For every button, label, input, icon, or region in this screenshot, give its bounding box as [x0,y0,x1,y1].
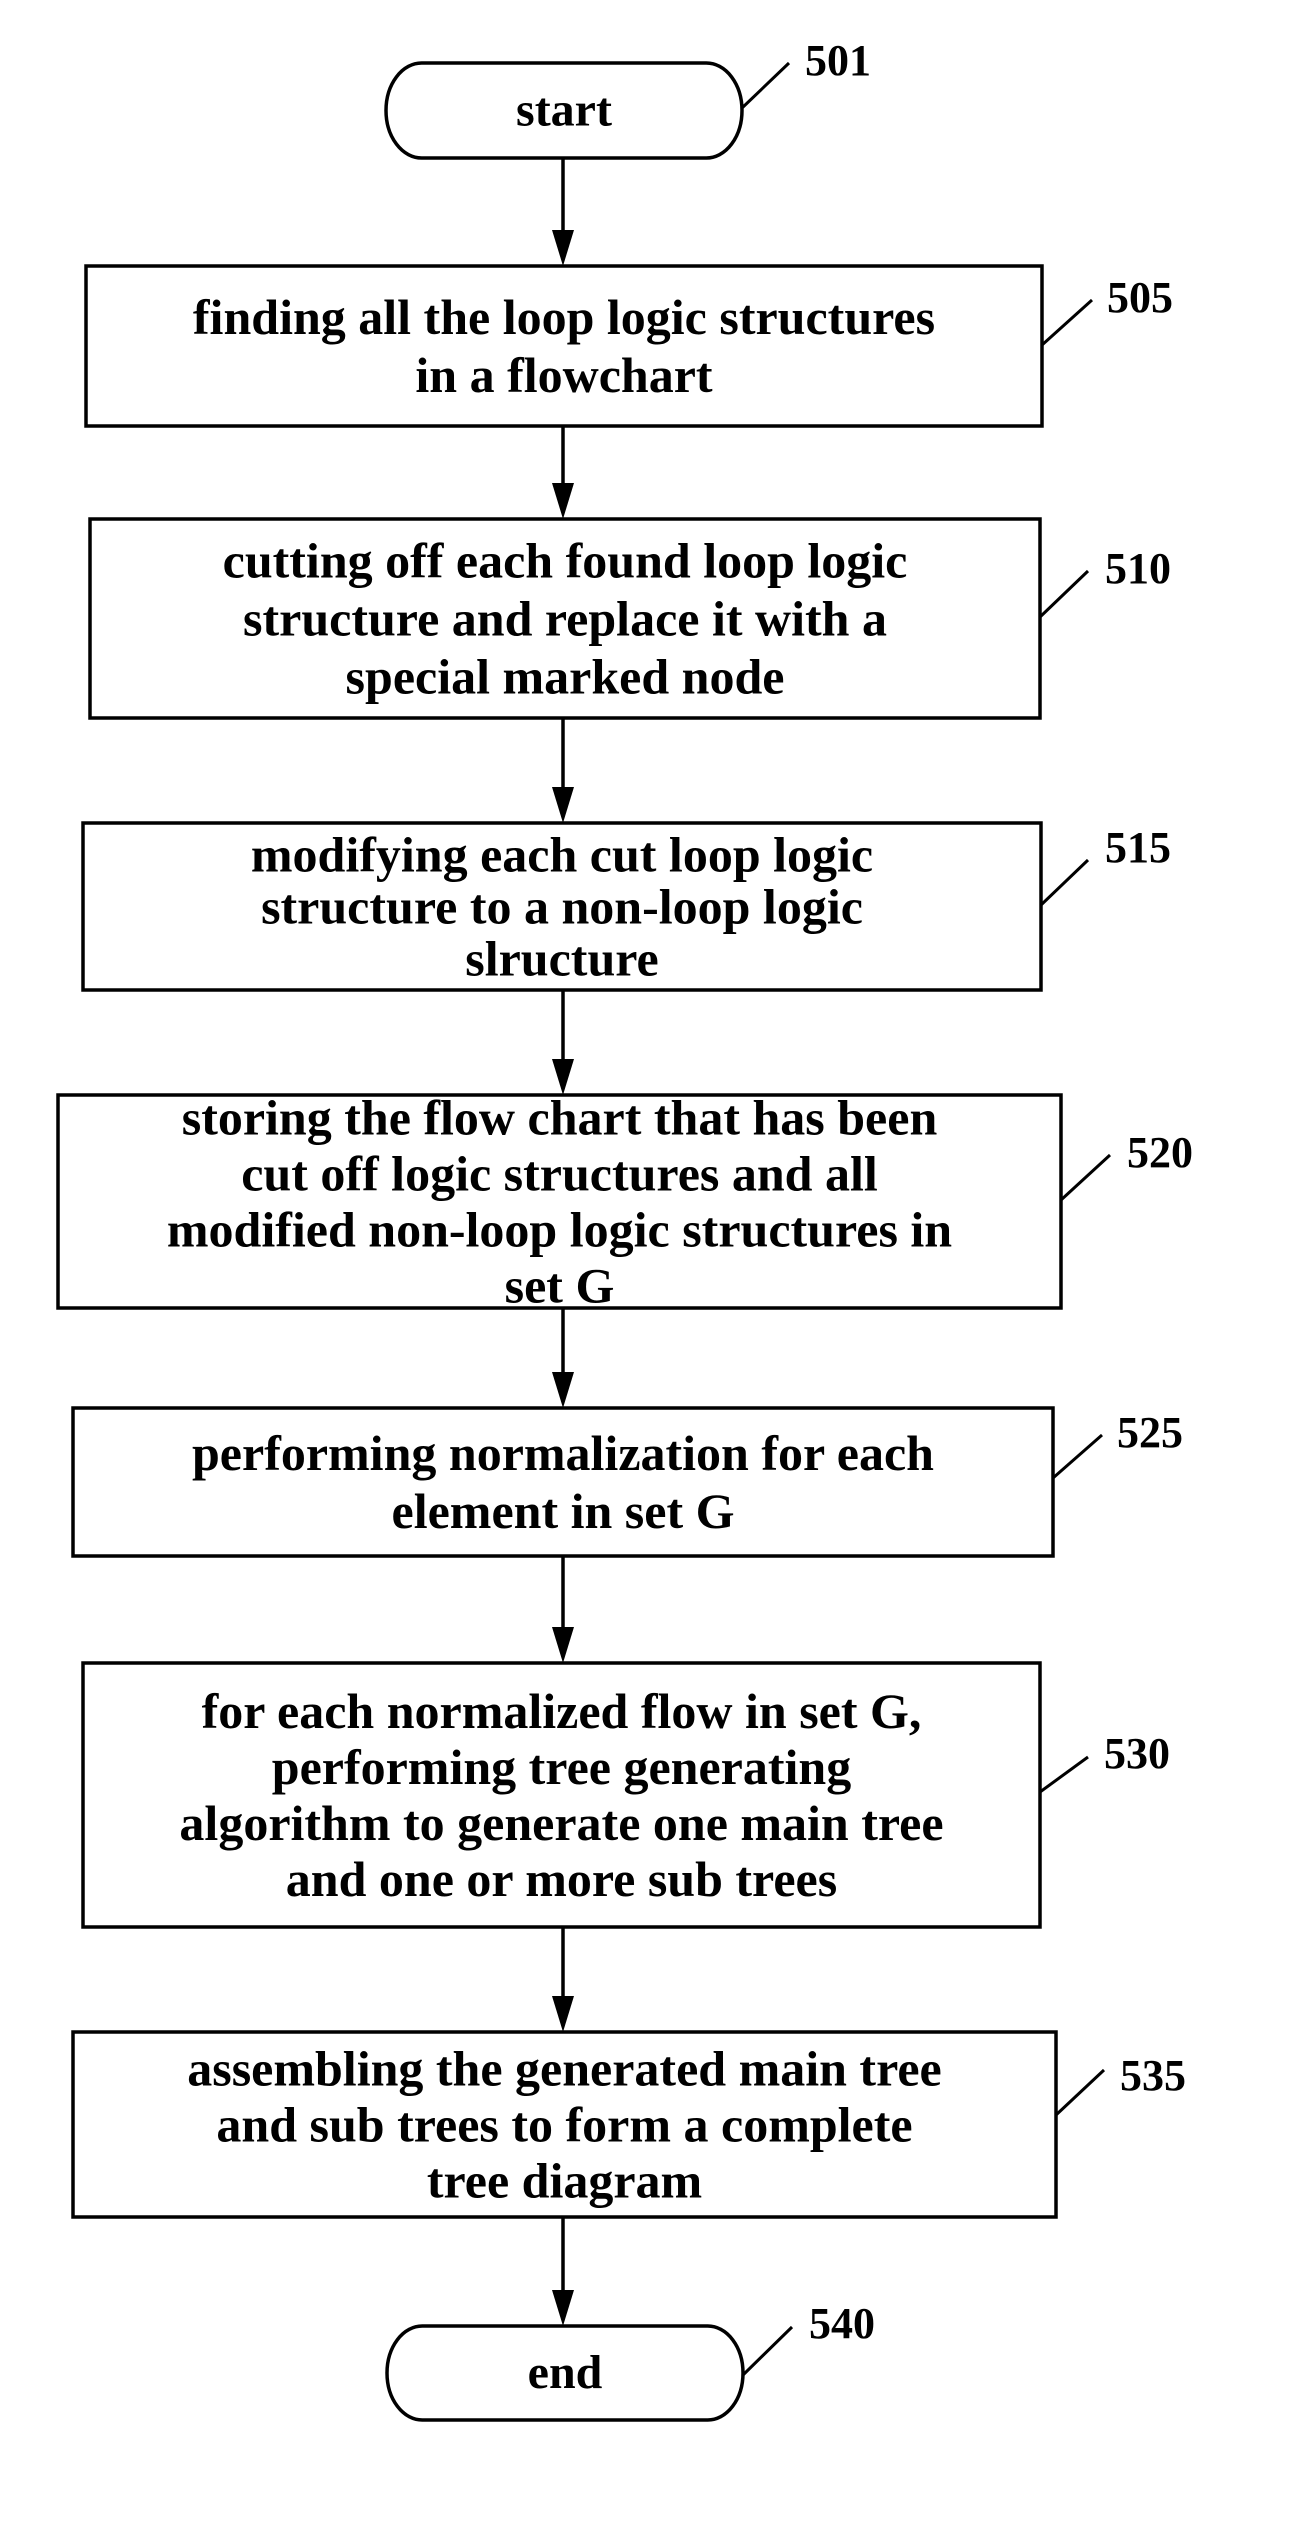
step-text-line: modified non-loop logic structures in [167,1202,952,1258]
reference-numeral: 530 [1104,1729,1170,1778]
step-text-line: slructure [465,931,658,987]
flow-node-535: assembling the generated main treeand su… [71,2030,1186,2219]
flow-node-501: start 501 [384,36,871,160]
reference-numeral: 505 [1107,273,1173,322]
flow-node-540: end 540 [385,2299,875,2422]
reference-numeral: 535 [1120,2051,1186,2100]
terminator-label: start [516,84,612,137]
reference-leader-line [740,61,791,110]
step-text-line: structure and replace it with a [243,591,887,647]
step-text-line: element in set G [392,1483,735,1539]
step-text-line: tree diagram [427,2153,702,2209]
reference-leader-line [1054,2068,1106,2117]
arrowhead-icon [552,483,574,519]
arrowhead-icon [552,2290,574,2326]
flow-arrow-510-515 [552,718,574,823]
reference-leader-line [1040,298,1094,347]
reference-leader-line [1039,1755,1089,1794]
step-text-line: finding all the loop logic structures [193,289,935,345]
arrowhead-icon [552,1627,574,1663]
reference-numeral: 515 [1105,823,1171,872]
step-text-line: performing normalization for each [192,1425,934,1481]
reference-leader-line [1039,858,1090,907]
arrowhead-icon [552,230,574,266]
reference-numeral: 525 [1117,1408,1183,1457]
flow-node-530: for each normalized flow in set G,perfor… [81,1661,1170,1929]
step-text-line: and sub trees to form a complete [216,2097,912,2153]
flow-arrow-535-540 [552,2217,574,2326]
reference-leader-line [1059,1153,1112,1202]
flow-node-520: storing the flow chart that has beencut … [56,1090,1193,1314]
flow-arrow-505-510 [552,426,574,519]
step-text-line: cutting off each found loop logic [223,533,908,589]
reference-numeral: 540 [809,2299,875,2348]
step-text-line: modifying each cut loop logic [251,827,873,883]
flow-node-515: modifying each cut loop logicstructure t… [81,821,1171,992]
step-text-line: special marked node [346,649,785,705]
reference-numeral: 501 [805,36,871,85]
arrowhead-icon [552,1996,574,2032]
flow-arrow-515-520 [552,990,574,1095]
terminator-label: end [528,2346,603,2399]
step-text-line: in a flowchart [415,347,713,403]
arrowhead-icon [552,787,574,823]
flow-arrow-501-505 [552,158,574,266]
arrowhead-icon [552,1372,574,1408]
step-text-line: set G [505,1258,615,1314]
step-text-line: performing tree generating [272,1739,851,1795]
nodes-layer: start 501 finding all the loop logic struc… [56,36,1193,2422]
step-text-line: and one or more sub trees [286,1851,837,1907]
reference-numeral: 510 [1105,544,1171,593]
step-text-line: assembling the generated main tree [187,2041,942,2097]
reference-numeral: 520 [1127,1128,1193,1177]
flow-node-505: finding all the loop logic structuresin … [84,264,1173,428]
flow-arrow-520-525 [552,1308,574,1408]
reference-leader-line [741,2325,794,2377]
flow-arrow-530-535 [552,1927,574,2032]
step-text-line: algorithm to generate one main tree [179,1795,943,1851]
step-text-line: structure to a non-loop logic [261,879,863,935]
flow-node-525: performing normalization for eachelement… [71,1406,1183,1558]
reference-leader-line [1038,569,1090,619]
reference-leader-line [1052,1433,1103,1480]
flow-arrow-525-530 [552,1556,574,1663]
flow-node-510: cutting off each found loop logicstructu… [88,517,1171,720]
step-text-line: storing the flow chart that has been [182,1090,938,1146]
step-text-line: for each normalized flow in set G, [202,1683,922,1739]
step-text-line: cut off logic structures and all [241,1146,878,1202]
flowchart-diagram: start 501 finding all the loop logic struc… [56,36,1193,2422]
